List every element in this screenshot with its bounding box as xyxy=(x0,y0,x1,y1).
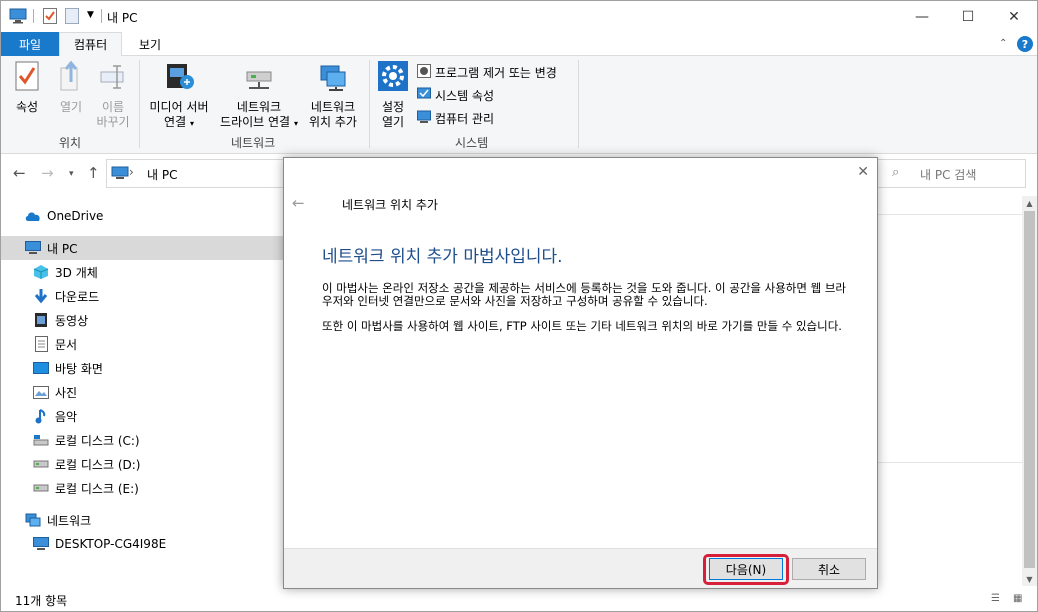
status-bar: 11개 항목 ☰ ▦ xyxy=(1,586,1037,611)
network-icon xyxy=(25,512,41,528)
uninstall-program-button[interactable]: 프로그램 제거 또는 변경 xyxy=(417,64,557,81)
close-button[interactable]: ✕ xyxy=(991,1,1037,32)
group-location-label: 위치 xyxy=(59,136,82,150)
system-properties-icon xyxy=(417,87,431,104)
maximize-button[interactable]: ☐ xyxy=(945,1,991,32)
minimize-button[interactable]: — xyxy=(899,1,945,32)
properties-icon xyxy=(9,60,45,96)
nav-item-drive-c[interactable]: 로컬 디스크 (C:) xyxy=(1,428,284,452)
nav-item-documents[interactable]: 문서 xyxy=(1,332,284,356)
help-icon[interactable]: ? xyxy=(1017,36,1033,52)
large-icons-view-icon[interactable]: ▦ xyxy=(1013,593,1022,604)
properties-checkmark-icon[interactable] xyxy=(43,8,57,26)
scroll-down-icon[interactable]: ▼ xyxy=(1022,572,1037,586)
drive-icon xyxy=(33,480,49,496)
nav-item-drive-e[interactable]: 로컬 디스크 (E:) xyxy=(1,476,284,500)
back-arrow-icon[interactable]: ← xyxy=(13,164,26,182)
computer-icon xyxy=(33,536,49,552)
tab-computer[interactable]: 컴퓨터 xyxy=(59,32,123,57)
3d-objects-icon xyxy=(33,264,49,280)
drive-c-icon xyxy=(33,432,49,448)
dialog-close-button[interactable]: ✕ xyxy=(857,164,869,180)
rename-button[interactable]: 이름 바꾸기 xyxy=(93,60,133,130)
ribbon-tabs: 파일 컴퓨터 보기 ⌃ ? xyxy=(1,32,1037,57)
nav-item-videos[interactable]: 동영상 xyxy=(1,308,284,332)
wizard-heading: 네트워크 위치 추가 마법사입니다. xyxy=(322,247,563,267)
nav-item-this-pc[interactable]: 내 PC xyxy=(1,236,284,260)
breadcrumb-separator: › xyxy=(129,165,134,179)
window-title: 내 PC xyxy=(107,11,138,25)
vertical-scrollbar[interactable]: ▲ ▼ xyxy=(1022,196,1037,586)
cancel-button[interactable]: 취소 xyxy=(792,558,866,580)
video-icon xyxy=(33,312,49,328)
nav-item-desktop[interactable]: 바탕 화면 xyxy=(1,356,284,380)
breadcrumb-pc[interactable]: 내 PC xyxy=(147,166,177,183)
nav-item-network[interactable]: 네트워크 xyxy=(1,508,284,532)
search-box[interactable]: ⌕ 내 PC 검색 xyxy=(877,159,1026,188)
new-folder-icon[interactable] xyxy=(65,8,79,26)
nav-item-music[interactable]: 음악 xyxy=(1,404,284,428)
recent-locations-chevron-icon[interactable]: ▾ xyxy=(69,169,74,179)
picture-icon xyxy=(33,384,49,400)
search-input[interactable]: 내 PC 검색 xyxy=(920,166,976,183)
rename-icon xyxy=(93,60,133,96)
group-system-label: 시스템 xyxy=(455,136,489,150)
add-network-location-button[interactable]: 네트워크 위치 추가 xyxy=(305,60,361,130)
open-button[interactable]: 열기 xyxy=(55,60,87,115)
collapse-ribbon-chevron-icon[interactable]: ⌃ xyxy=(999,38,1007,49)
uninstall-program-icon xyxy=(417,64,431,81)
add-network-location-dialog: ✕ ← 네트워크 위치 추가 네트워크 위치 추가 마법사입니다. 이 마법사는… xyxy=(283,157,878,589)
nav-item-onedrive[interactable]: OneDrive xyxy=(1,204,284,228)
open-arrow-icon xyxy=(55,60,87,96)
download-icon xyxy=(33,288,49,304)
pc-icon xyxy=(9,8,27,26)
up-arrow-icon[interactable]: ↑ xyxy=(87,164,100,182)
file-explorer-window: ▼ 내 PC — ☐ ✕ 파일 컴퓨터 보기 ⌃ ? 속성 열기 이름 바꾸기 … xyxy=(0,0,1038,612)
properties-button[interactable]: 속성 xyxy=(9,60,45,115)
desktop-icon xyxy=(33,360,49,376)
customize-toolbar-chevron-icon[interactable]: ▼ xyxy=(87,10,94,28)
onedrive-icon xyxy=(25,208,41,224)
title-bar: ▼ 내 PC — ☐ ✕ xyxy=(1,1,1037,32)
tab-file[interactable]: 파일 xyxy=(1,32,59,56)
computer-management-button[interactable]: 컴퓨터 관리 xyxy=(417,110,494,127)
search-icon: ⌕ xyxy=(892,165,900,180)
pc-icon xyxy=(25,240,41,256)
settings-gear-icon xyxy=(375,60,411,96)
pc-icon xyxy=(111,166,129,184)
map-network-drive-button[interactable]: 네트워크 드라이브 연결 ▾ xyxy=(215,60,303,131)
dialog-footer: 다음(N) 취소 xyxy=(284,548,877,588)
media-server-button[interactable]: 미디어 서버 연결 ▾ xyxy=(145,60,213,131)
document-icon xyxy=(33,336,49,352)
network-drive-icon xyxy=(215,60,303,96)
scroll-up-icon[interactable]: ▲ xyxy=(1022,196,1037,210)
item-count: 11개 항목 xyxy=(15,594,68,608)
address-bar[interactable]: › 내 PC xyxy=(106,159,291,188)
nav-item-desktop-computer[interactable]: DESKTOP-CG4I98E xyxy=(1,532,284,556)
media-server-icon xyxy=(145,60,213,96)
dialog-title: 네트워크 위치 추가 xyxy=(342,198,438,212)
open-settings-button[interactable]: 설정 열기 xyxy=(375,60,411,130)
scroll-thumb[interactable] xyxy=(1024,211,1035,568)
next-button[interactable]: 다음(N) xyxy=(709,558,783,580)
navigation-pane: OneDrive 내 PC 3D 개체 다운로드 동영상 문서 바탕 화면 사진… xyxy=(1,196,284,586)
ribbon: 속성 열기 이름 바꾸기 위치 미디어 서버 연결 ▾ 네트워크 드라이브 연결… xyxy=(1,56,1037,154)
wizard-description-2: 또한 이 마법사를 사용하여 웹 사이트, FTP 사이트 또는 기타 네트워크… xyxy=(322,319,842,333)
nav-item-3d-objects[interactable]: 3D 개체 xyxy=(1,260,284,284)
details-view-icon[interactable]: ☰ xyxy=(991,593,1000,604)
network-location-icon xyxy=(305,60,361,96)
nav-item-downloads[interactable]: 다운로드 xyxy=(1,284,284,308)
wizard-description-1: 이 마법사는 온라인 저장소 공간을 제공하는 서비스에 등록하는 것을 도와 … xyxy=(322,281,847,308)
tab-view[interactable]: 보기 xyxy=(125,32,175,56)
group-network-label: 네트워크 xyxy=(231,136,276,150)
system-properties-button[interactable]: 시스템 속성 xyxy=(417,87,494,104)
content-area xyxy=(877,196,1022,586)
nav-item-pictures[interactable]: 사진 xyxy=(1,380,284,404)
dialog-back-arrow-icon[interactable]: ← xyxy=(292,194,305,212)
drive-icon xyxy=(33,456,49,472)
music-icon xyxy=(33,408,49,424)
forward-arrow-icon[interactable]: → xyxy=(41,164,54,182)
computer-management-icon xyxy=(417,110,431,127)
nav-item-drive-d[interactable]: 로컬 디스크 (D:) xyxy=(1,452,284,476)
